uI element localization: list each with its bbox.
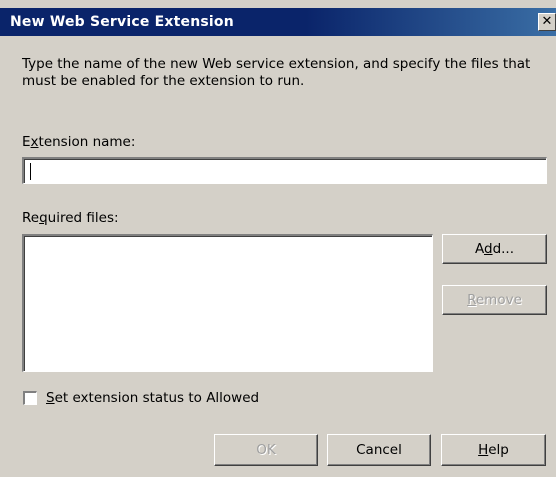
close-button[interactable]: ✕ xyxy=(538,13,556,31)
set-status-allowed-label[interactable]: Set extension status to Allowed xyxy=(46,390,259,406)
intro-text: Type the name of the new Web service ext… xyxy=(22,56,531,89)
cancel-button[interactable]: Cancel xyxy=(327,434,431,466)
ok-button[interactable]: OK xyxy=(214,434,318,466)
remove-button[interactable]: Remove xyxy=(442,285,547,315)
required-files-label: Required files: xyxy=(22,210,119,226)
extension-name-field[interactable] xyxy=(22,157,547,184)
new-web-service-extension-dialog: New Web Service Extension ✕ Type the nam… xyxy=(0,0,556,477)
required-files-list[interactable] xyxy=(22,234,433,372)
add-button[interactable]: Add... xyxy=(442,234,547,264)
set-status-allowed-checkbox[interactable] xyxy=(23,391,37,405)
close-icon: ✕ xyxy=(541,14,553,29)
dialog-title: New Web Service Extension xyxy=(10,14,234,30)
extension-name-label: Extension name: xyxy=(22,134,136,150)
text-caret xyxy=(30,163,31,180)
title-bar[interactable]: New Web Service Extension ✕ xyxy=(0,8,556,36)
help-button[interactable]: Help xyxy=(441,434,546,466)
